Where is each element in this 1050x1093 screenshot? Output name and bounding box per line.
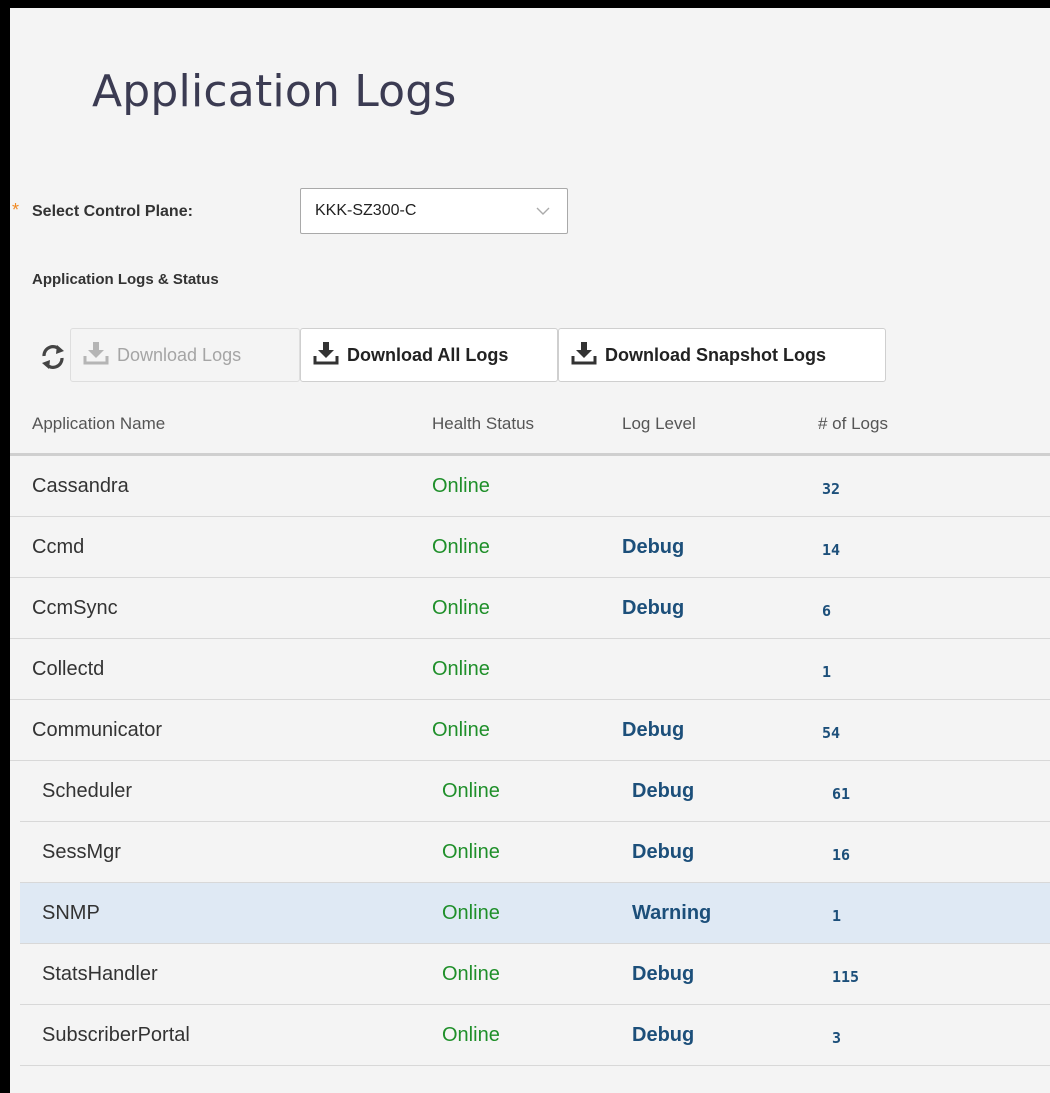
cell-log-count: 1: [822, 663, 832, 681]
cell-log-count: 1: [832, 907, 842, 925]
cell-application-name: CcmSync: [32, 597, 118, 619]
table-row[interactable]: Scheduler Online Debug 61: [20, 761, 1050, 822]
page-title: Application Logs: [92, 66, 457, 117]
control-plane-row: * Select Control Plane: KKK-SZ300-C: [10, 188, 710, 238]
cell-log-count: 54: [822, 724, 841, 742]
download-icon: [83, 341, 109, 370]
cell-log-level: Debug: [632, 1024, 695, 1046]
cell-log-level: Debug: [632, 780, 695, 802]
cell-log-count: 14: [822, 541, 841, 559]
download-logs-label: Download Logs: [117, 344, 242, 365]
table-row[interactable]: Collectd Online 1: [10, 639, 1050, 700]
table-row[interactable]: Communicator Online Debug 54: [10, 700, 1050, 761]
cell-log-count: 16: [832, 846, 851, 864]
cell-application-name: Ccmd: [32, 536, 85, 558]
download-all-logs-label: Download All Logs: [347, 344, 509, 365]
cell-application-name: Communicator: [32, 719, 163, 741]
download-all-logs-button[interactable]: Download All Logs: [300, 328, 558, 382]
cell-application-name: Cassandra: [32, 475, 129, 497]
cell-log-count: 6: [822, 602, 832, 620]
cell-health-status: Online: [442, 841, 500, 863]
cell-health-status: Online: [432, 597, 490, 619]
cell-log-level: Warning: [632, 902, 712, 924]
cell-log-level: Debug: [632, 963, 695, 985]
cell-log-count: 61: [832, 785, 851, 803]
cell-health-status: Online: [432, 475, 490, 497]
cell-application-name: SessMgr: [42, 841, 121, 863]
refresh-icon[interactable]: [38, 342, 68, 372]
table-row[interactable]: SessMgr Online Debug 16: [20, 822, 1050, 883]
column-header-log-level[interactable]: Log Level: [622, 414, 696, 434]
table-header: Application Name Health Status Log Level…: [10, 388, 1050, 456]
cell-health-status: Online: [442, 780, 500, 802]
table-row[interactable]: CcmSync Online Debug 6: [10, 578, 1050, 639]
cell-log-level: Debug: [632, 841, 695, 863]
cell-log-level: Debug: [622, 597, 685, 619]
cell-health-status: Online: [442, 902, 500, 924]
cell-application-name: Scheduler: [42, 780, 133, 802]
cell-log-count: 32: [822, 480, 841, 498]
cell-health-status: Online: [442, 1024, 500, 1046]
download-snapshot-logs-button[interactable]: Download Snapshot Logs: [558, 328, 886, 382]
control-plane-selected-value: KKK-SZ300-C: [315, 202, 417, 219]
window-frame-left: [0, 0, 10, 1093]
column-header-log-count[interactable]: # of Logs: [818, 414, 888, 434]
cell-application-name: Collectd: [32, 658, 105, 680]
cell-application-name: StatsHandler: [42, 963, 158, 985]
cell-health-status: Online: [432, 719, 490, 741]
table-row[interactable]: SubscriberPortal Online Debug 3: [20, 1005, 1050, 1066]
cell-application-name: SubscriberPortal: [42, 1024, 190, 1046]
cell-health-status: Online: [432, 658, 490, 680]
download-icon: [313, 341, 339, 370]
control-plane-label: Select Control Plane:: [32, 203, 193, 220]
table-row[interactable]: StatsHandler Online Debug 115: [20, 944, 1050, 1005]
cell-log-level: Debug: [622, 719, 685, 741]
cell-log-count: 115: [832, 968, 860, 986]
table-row[interactable]: Cassandra Online 32: [10, 456, 1050, 517]
cell-health-status: Online: [442, 963, 500, 985]
cell-application-name: SNMP: [42, 902, 100, 924]
section-title: Application Logs & Status: [32, 271, 219, 288]
cell-health-status: Online: [432, 536, 490, 558]
chevron-down-icon: [535, 203, 551, 224]
control-plane-select[interactable]: KKK-SZ300-C: [300, 188, 568, 234]
cell-log-level: Debug: [622, 536, 685, 558]
download-icon: [571, 341, 597, 370]
column-header-health-status[interactable]: Health Status: [432, 414, 534, 434]
table-row[interactable]: Ccmd Online Debug 14: [10, 517, 1050, 578]
logs-toolbar: Download Logs Download All Logs Download…: [32, 328, 932, 384]
table-row[interactable]: SNMP Online Warning 1: [20, 883, 1050, 944]
download-logs-button[interactable]: Download Logs: [70, 328, 300, 382]
window-frame-top: [0, 0, 1050, 8]
cell-log-count: 3: [832, 1029, 842, 1047]
required-marker: *: [12, 200, 20, 220]
column-header-application-name[interactable]: Application Name: [32, 414, 165, 434]
download-snapshot-logs-label: Download Snapshot Logs: [605, 344, 826, 365]
application-logs-page: Application Logs * Select Control Plane:…: [10, 8, 1050, 1093]
